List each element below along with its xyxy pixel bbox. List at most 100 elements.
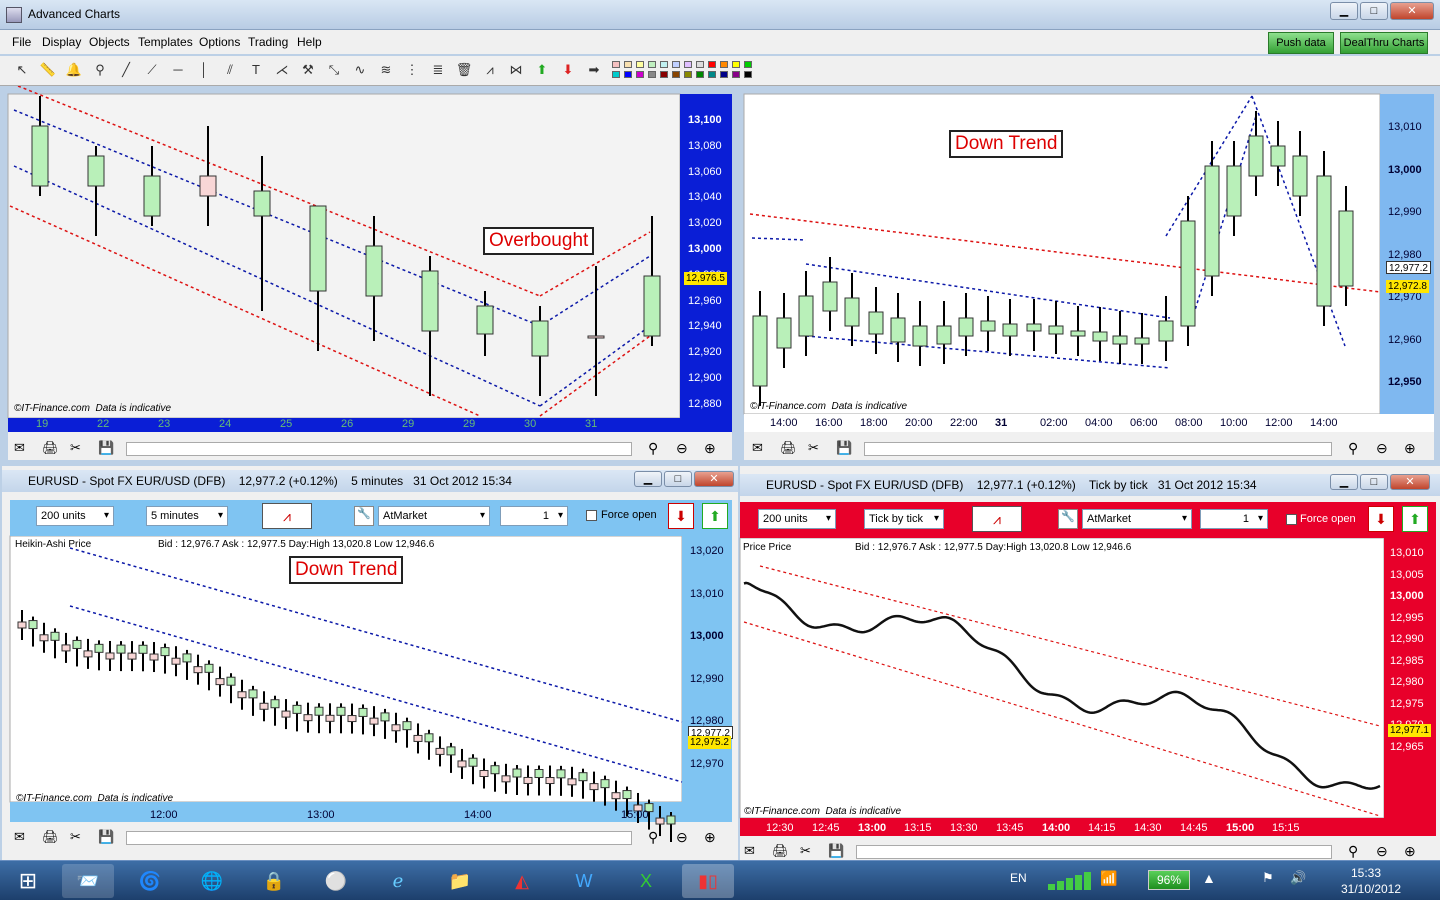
chrome-taskbar-icon[interactable]: ⚪ [310,864,362,898]
bl-order-type-select[interactable]: AtMarket [378,506,490,526]
security-taskbar-icon[interactable]: 🔒 [248,864,300,898]
menu-file[interactable]: File [12,35,31,49]
ruler-icon[interactable]: 📏 [38,60,58,80]
menu-templates[interactable]: Templates [138,35,193,49]
br-order-type-select[interactable]: AtMarket [1082,509,1192,529]
charts-taskbar-icon[interactable]: ▮▯ [682,864,734,898]
menu-objects[interactable]: Objects [89,35,130,49]
color-swatch[interactable] [636,61,644,68]
color-swatch[interactable] [660,71,668,78]
right-arrow-icon[interactable]: ➡ [584,60,604,80]
color-swatch[interactable] [696,71,704,78]
minimize-button[interactable]: ▁ [1330,2,1358,20]
flag-icon[interactable]: ⚑ [1262,870,1274,886]
time-scrollbar[interactable] [864,442,1332,456]
excel-taskbar-icon[interactable]: X [620,864,672,898]
br-units-select[interactable]: 200 units [758,509,836,529]
channel-tool-icon[interactable]: ⫽ [220,60,240,80]
br-quantity-input[interactable]: 1 [1200,509,1268,529]
gann-icon[interactable]: ≣ [428,60,448,80]
color-swatch[interactable] [648,71,656,78]
panel-tool-icon[interactable]: ✉ [744,843,755,859]
color-swatch[interactable] [744,71,752,78]
panel-tool-icon[interactable]: 🖨 [772,843,789,859]
time-scrollbar[interactable] [856,845,1332,859]
pattern-icon[interactable]: ⋈ [506,60,526,80]
bl-units-select[interactable]: 200 units [36,506,114,526]
br-buy-button[interactable]: ⬆ [1402,506,1428,532]
color-swatch[interactable] [684,71,692,78]
outlook-taskbar-icon[interactable]: 📨 [62,864,114,898]
bl-close-button[interactable]: ✕ [694,471,734,487]
menu-trading[interactable]: Trading [248,35,288,49]
br-close-button[interactable]: ✕ [1390,474,1430,490]
zoom-in-icon[interactable]: ⊕ [1404,843,1416,860]
color-swatch[interactable] [684,61,692,68]
color-swatch[interactable] [732,61,740,68]
fan-tool-icon[interactable]: ⋌ [272,60,292,80]
tools-icon[interactable]: ⚒ [298,60,318,80]
start-button[interactable]: ⊞ [2,864,54,898]
network-taskbar-icon[interactable]: 🌐 [186,864,238,898]
volume-icon[interactable]: 🔊 [1290,870,1306,886]
sell-arrow-icon[interactable]: ⬇ [558,60,578,80]
color-swatch[interactable] [612,61,620,68]
menu-display[interactable]: Display [42,35,81,49]
bl-indicator-icon[interactable]: ⩘ [262,503,312,529]
menu-help[interactable]: Help [297,35,322,49]
panel-tool-icon[interactable]: ✉ [752,440,763,456]
arrow-tool-icon[interactable]: ⤡ [324,60,344,80]
color-swatch[interactable] [636,71,644,78]
panel-tool-icon[interactable]: ✉ [14,440,25,456]
color-swatch[interactable] [744,61,752,68]
ray-tool-icon[interactable]: ⟋ [142,60,162,80]
delete-icon[interactable]: 🗑 [454,60,474,80]
push-data-button[interactable]: Push data [1268,32,1334,54]
zoom-out-icon[interactable]: ⊖ [1376,843,1388,860]
buy-arrow-icon[interactable]: ⬆ [532,60,552,80]
battery-indicator[interactable]: 96% [1148,870,1190,890]
word-taskbar-icon[interactable]: W [558,864,610,898]
panel-tool-icon[interactable]: 💾 [98,829,114,845]
zoom-out-icon[interactable]: ⊖ [676,440,688,457]
color-swatch[interactable] [696,61,704,68]
explorer-taskbar-icon[interactable]: 📁 [434,864,486,898]
clock-time[interactable]: 15:33 [1346,866,1386,880]
zoom-icon[interactable]: ⚲ [90,60,110,80]
zoom-fit-icon[interactable]: ⚲ [1348,440,1358,457]
panel-tool-icon[interactable]: 💾 [828,843,844,859]
bl-force-open-checkbox[interactable] [586,510,597,521]
color-swatch[interactable] [612,71,620,78]
bl-minimize-button[interactable]: ▁ [634,471,662,487]
bl-buy-button[interactable]: ⬆ [702,503,728,529]
bl-sell-button[interactable]: ⬇ [668,503,694,529]
br-force-open-checkbox[interactable] [1286,514,1297,525]
color-swatch[interactable] [720,71,728,78]
color-swatch[interactable] [624,71,632,78]
time-scrollbar[interactable] [126,831,632,845]
bl-quantity-input[interactable]: 1 [500,506,568,526]
vertical-line-icon[interactable]: │ [194,60,214,80]
ie-taskbar-icon[interactable]: ℯ [372,864,424,898]
fibonacci-icon[interactable]: ≋ [376,60,396,80]
br-sell-button[interactable]: ⬇ [1368,506,1394,532]
bl-wrench-icon[interactable]: 🔧 [354,506,374,526]
zoom-fit-icon[interactable]: ⚲ [1348,843,1358,860]
text-tool-icon[interactable]: T [246,60,266,80]
color-swatch[interactable] [648,61,656,68]
panel-tool-icon[interactable]: ✂ [808,440,819,456]
panel-tool-icon[interactable]: 🖨 [42,829,59,845]
br-indicator-icon[interactable]: ⩘ [972,506,1022,532]
panel-tool-icon[interactable]: 💾 [98,440,114,456]
time-scrollbar[interactable] [126,442,632,456]
panel-tool-icon[interactable]: ✉ [14,829,25,845]
zoom-fit-icon[interactable]: ⚲ [648,829,658,846]
alert-bell-icon[interactable]: 🔔 [64,60,84,80]
signal-icon[interactable] [1048,870,1094,890]
panel-tool-icon[interactable]: 🖨 [780,440,797,456]
horizontal-line-icon[interactable]: ─ [168,60,188,80]
color-swatch[interactable] [708,61,716,68]
br-wrench-icon[interactable]: 🔧 [1058,509,1078,529]
color-swatch[interactable] [732,71,740,78]
line-tool-icon[interactable]: ╱ [116,60,136,80]
